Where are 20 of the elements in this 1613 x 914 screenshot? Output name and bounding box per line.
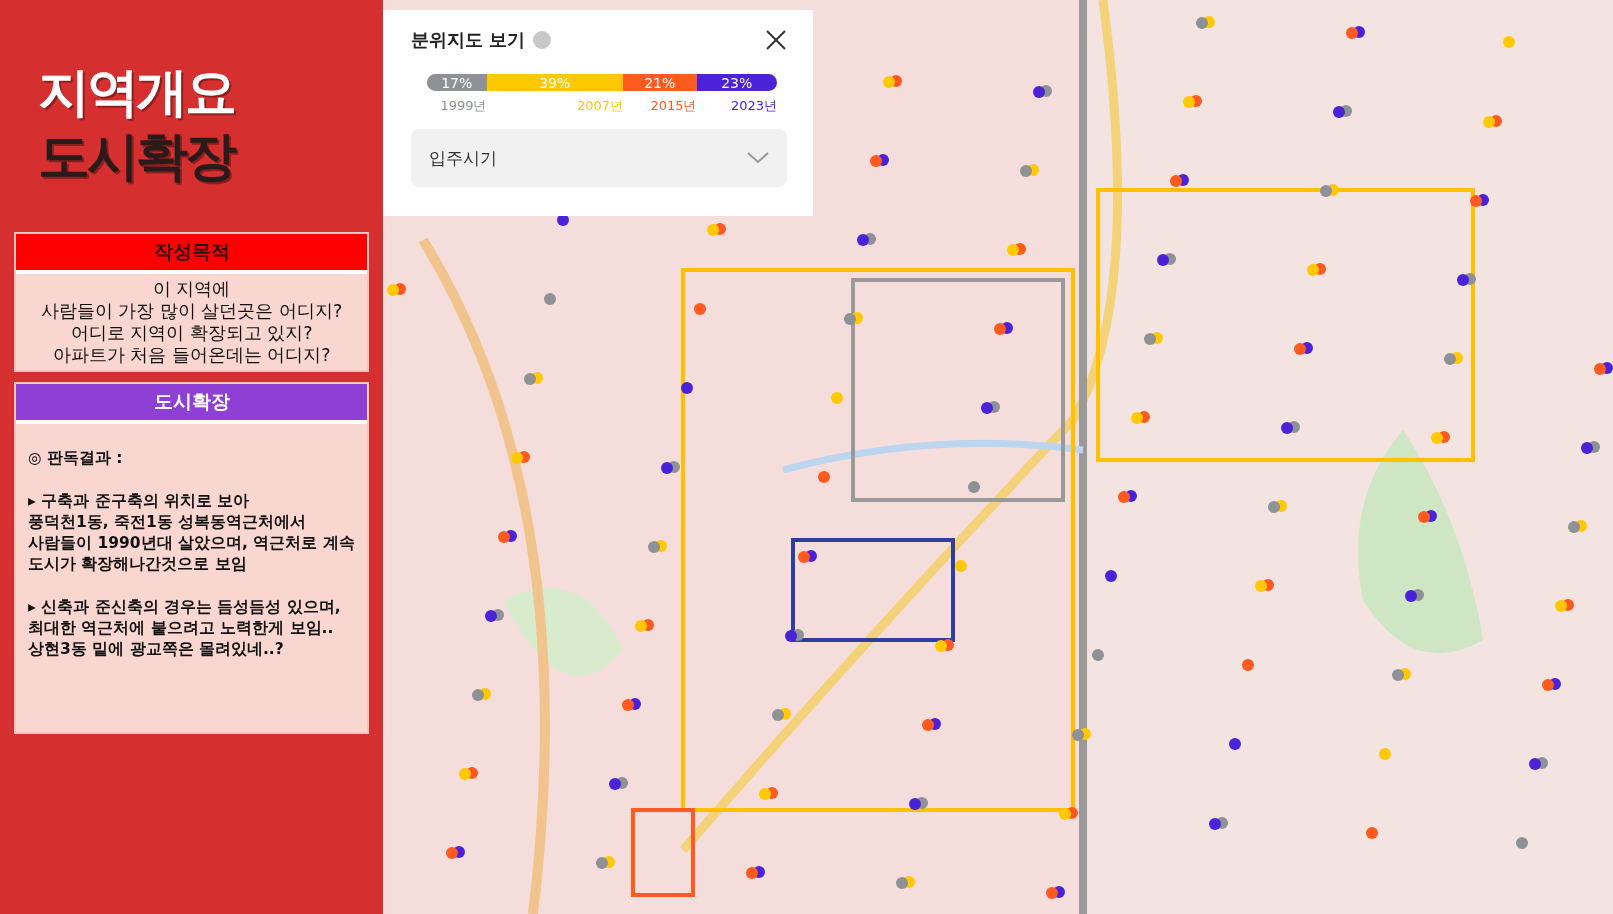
slide-title: 도시확장 (38, 125, 236, 188)
paragraph: ▸ 신축과 준신축의 경우는 듬성듬성 있으며, 최대한 역근처에 붙으려고 노력한게 보임.. 상현3동 밑에 광교쪽은 몰려있네..? (28, 597, 342, 660)
paragraph: ▸ 구축과 준구축의 위치로 보아 풍덕천1동, 죽전1동 성복동역근처에서 사람들이 1990년대 살았으며, 역근처로 계속 도시가 확장해나간것으로 보임 (28, 491, 355, 575)
section-header: 도시확장 (16, 384, 367, 424)
year-label: 2023년 (730, 97, 777, 115)
slide-title: 지역개요 (38, 61, 235, 124)
section-header: 작성목적 (16, 234, 367, 274)
legend-segment: 21% (623, 74, 697, 91)
paragraph: 이 지역에 사람들이 가장 많이 살던곳은 어디지? 어디로 지역이 확장되고 있지? 아파트가 처음 들어온데는 어디지? (39, 278, 344, 366)
close-button[interactable] (765, 29, 787, 51)
year-label: 2007년 (576, 97, 623, 115)
period-dropdown[interactable]: 입주시기 (411, 129, 787, 187)
legend-segment: 39% (486, 74, 623, 91)
chevron-down-icon (747, 152, 769, 164)
year-label: 2015년 (650, 97, 697, 115)
legend-segment: 23% (696, 74, 777, 91)
year-label: 1999년 (440, 97, 487, 115)
legend-segment: 17% (427, 74, 487, 91)
paragraph: ◎ 판독결과 : (28, 448, 124, 469)
panel-title: 분위지도 보기 (411, 28, 526, 52)
